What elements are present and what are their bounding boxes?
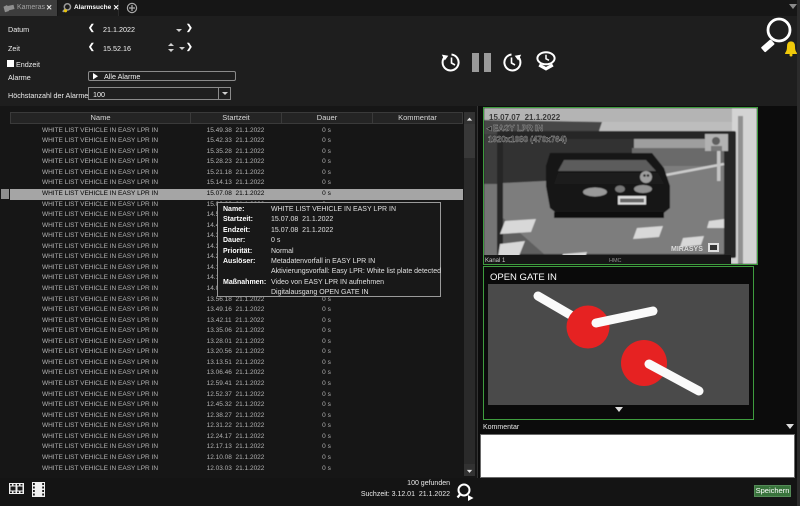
svg-text:1920x1080 (470x764): 1920x1080 (470x764) [488, 135, 567, 144]
svg-text:MIRASYS: MIRASYS [671, 246, 703, 253]
svg-text:◄EASY LPR IN: ◄EASY LPR IN [485, 124, 543, 133]
svg-text:15.07.07 21.1.2022: 15.07.07 21.1.2022 [489, 113, 561, 122]
svg-text:HMC: HMC [609, 258, 622, 264]
svg-text:Kanal 1: Kanal 1 [485, 258, 506, 264]
